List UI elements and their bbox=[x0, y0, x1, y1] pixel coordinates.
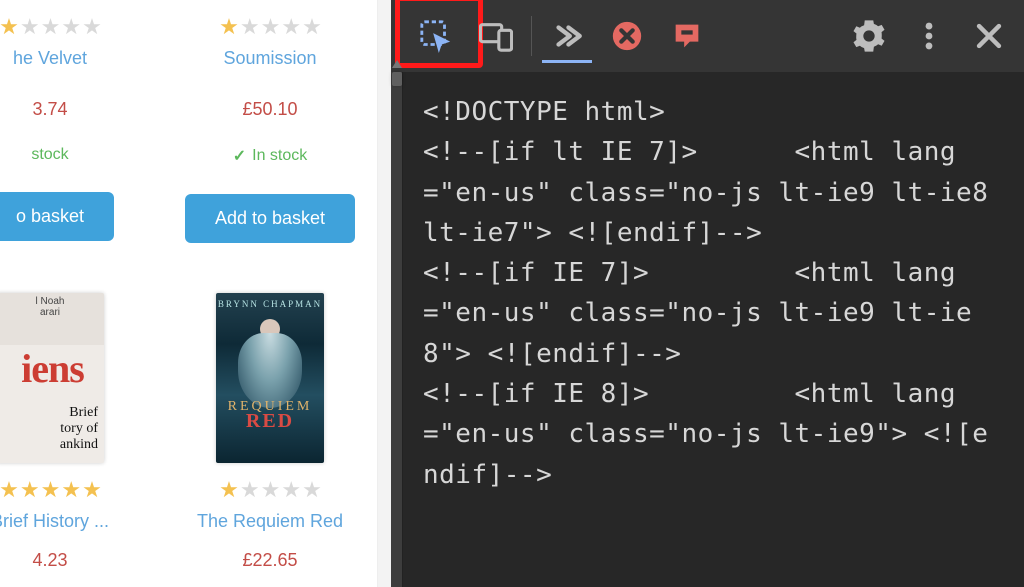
product-title-link[interactable]: Brief History ... bbox=[0, 511, 109, 532]
issues-indicator[interactable] bbox=[662, 11, 712, 61]
star-icon: ★ bbox=[82, 14, 101, 40]
devtools-toolbar bbox=[391, 0, 1024, 72]
star-icon: ★ bbox=[20, 14, 39, 40]
star-icon: ★ bbox=[302, 14, 321, 40]
device-toggle-button[interactable] bbox=[471, 11, 521, 61]
errors-indicator[interactable] bbox=[602, 11, 652, 61]
star-icon: ★ bbox=[61, 14, 80, 40]
star-icon: ★ bbox=[240, 477, 259, 503]
rating-stars: ★ ★ ★ ★ ★ bbox=[0, 14, 101, 40]
star-icon: ★ bbox=[302, 477, 321, 503]
star-icon: ★ bbox=[261, 477, 280, 503]
star-icon: ★ bbox=[281, 14, 300, 40]
inspect-button[interactable] bbox=[411, 11, 461, 61]
product-title-link[interactable]: he Velvet bbox=[13, 48, 87, 69]
star-icon: ★ bbox=[219, 14, 238, 40]
elements-panel[interactable]: <!DOCTYPE html> <!--[if lt IE 7]> <html … bbox=[391, 72, 1024, 587]
product-card: l Noaharari iens Brief tory of ankind ★ … bbox=[0, 243, 145, 571]
webpage-pane: ★ ★ ★ ★ ★ he Velvet 3.74 stock o basket … bbox=[0, 0, 377, 587]
product-thumb-link[interactable]: BRYNN CHAPMAN REQUIEM RED bbox=[216, 293, 324, 463]
settings-button[interactable] bbox=[844, 11, 894, 61]
rating-stars: ★ ★ ★ ★ ★ bbox=[219, 14, 321, 40]
product-card: ★ ★ ★ ★ ★ Soumission £50.10 ✓ In stock A… bbox=[175, 0, 365, 243]
product-price: £50.10 bbox=[242, 99, 297, 120]
product-thumb-link[interactable]: l Noaharari iens Brief tory of ankind bbox=[0, 293, 104, 463]
product-price: £22.65 bbox=[242, 550, 297, 571]
more-tabs-button[interactable] bbox=[542, 11, 592, 61]
stock-text: In stock bbox=[252, 147, 307, 165]
pane-splitter[interactable] bbox=[377, 0, 391, 587]
product-title-link[interactable]: The Requiem Red bbox=[197, 511, 343, 532]
book-cover: BRYNN CHAPMAN REQUIEM RED bbox=[216, 293, 324, 463]
add-to-basket-button[interactable]: Add to basket bbox=[185, 194, 355, 243]
product-price: 4.23 bbox=[32, 550, 67, 571]
product-grid: ★ ★ ★ ★ ★ he Velvet 3.74 stock o basket … bbox=[0, 0, 377, 571]
star-icon: ★ bbox=[219, 477, 238, 503]
star-icon: ★ bbox=[20, 477, 39, 503]
star-icon: ★ bbox=[281, 477, 300, 503]
product-price: 3.74 bbox=[32, 99, 67, 120]
code-scrollbar[interactable] bbox=[391, 72, 403, 587]
kebab-menu-button[interactable] bbox=[904, 11, 954, 61]
close-devtools-button[interactable] bbox=[964, 11, 1014, 61]
stock-indicator: stock bbox=[31, 146, 68, 164]
star-icon: ★ bbox=[41, 477, 60, 503]
check-icon: ✓ bbox=[233, 146, 246, 166]
product-title-link[interactable]: Soumission bbox=[223, 48, 316, 69]
star-icon: ★ bbox=[82, 477, 101, 503]
product-card: ★ ★ ★ ★ ★ he Velvet 3.74 stock o basket bbox=[0, 0, 145, 243]
star-icon: ★ bbox=[0, 14, 18, 40]
star-icon: ★ bbox=[61, 477, 80, 503]
product-card: BRYNN CHAPMAN REQUIEM RED ★ ★ ★ ★ ★ The … bbox=[175, 243, 365, 571]
rating-stars: ★ ★ ★ ★ ★ bbox=[0, 477, 101, 503]
html-source[interactable]: <!DOCTYPE html> <!--[if lt IE 7]> <html … bbox=[403, 72, 1024, 587]
rating-stars: ★ ★ ★ ★ ★ bbox=[219, 477, 321, 503]
stock-text: stock bbox=[31, 146, 68, 164]
add-to-basket-button[interactable]: o basket bbox=[0, 192, 114, 241]
star-icon: ★ bbox=[0, 477, 18, 503]
star-icon: ★ bbox=[240, 14, 259, 40]
star-icon: ★ bbox=[41, 14, 60, 40]
devtools-pane: <!DOCTYPE html> <!--[if lt IE 7]> <html … bbox=[391, 0, 1024, 587]
book-cover: l Noaharari iens Brief tory of ankind bbox=[0, 293, 104, 463]
star-icon: ★ bbox=[261, 14, 280, 40]
stock-indicator: ✓ In stock bbox=[233, 146, 308, 166]
active-tab-underline bbox=[542, 60, 592, 63]
toolbar-separator bbox=[531, 16, 532, 56]
